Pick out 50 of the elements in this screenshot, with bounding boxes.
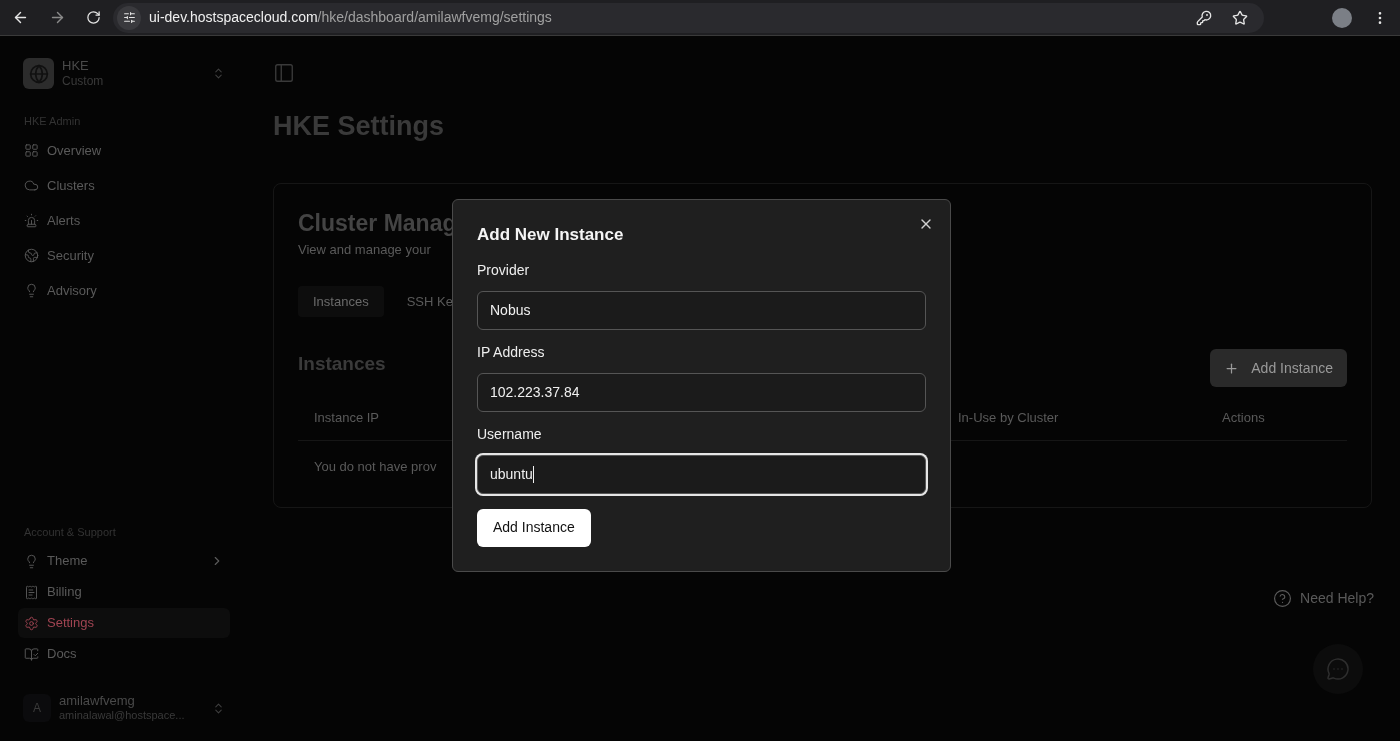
url-text: ui-dev.hostspacecloud.com/hke/dashboard/amilawfvemg/settings xyxy=(149,8,553,27)
cloud-icon xyxy=(24,178,39,194)
receipt-icon xyxy=(24,584,39,600)
input-field[interactable]: Nobus xyxy=(477,290,926,330)
sidebar-item[interactable]: Theme xyxy=(18,546,230,576)
sidebar-item[interactable]: Settings xyxy=(18,608,230,638)
column-header: In-Use by Cluster xyxy=(958,408,1060,427)
field-label: Provider xyxy=(477,260,531,280)
sidebar-toggle-icon[interactable] xyxy=(273,62,295,84)
empty-message: You do not have prov xyxy=(314,458,437,476)
address-bar[interactable]: ui-dev.hostspacecloud.com/hke/dashboard/amilawfvemg/settings xyxy=(113,2,1264,33)
help-button[interactable]: Need Help? xyxy=(1265,584,1382,613)
back-icon[interactable] xyxy=(12,9,29,26)
star-icon[interactable] xyxy=(1232,9,1248,26)
add-instance-button[interactable]: Add Instance xyxy=(477,508,591,547)
sidebar-item[interactable]: Clusters xyxy=(18,170,230,201)
key-icon[interactable] xyxy=(1196,9,1212,26)
sidebar-item[interactable]: Security xyxy=(18,240,230,271)
help-icon xyxy=(1273,589,1293,608)
tab[interactable]: Instances xyxy=(298,285,384,317)
dialog-title: Add New Instance xyxy=(477,224,625,246)
column-header: Actions xyxy=(1222,408,1265,427)
reload-icon[interactable] xyxy=(86,10,101,25)
book-icon xyxy=(24,646,39,662)
field-label: Username xyxy=(477,424,543,444)
sidebar-item[interactable]: Docs xyxy=(18,639,230,669)
input-field[interactable]: 102.223.37.84 xyxy=(477,372,926,412)
sidebar-item[interactable]: Billing xyxy=(18,577,230,607)
user-name: amilawfvemg xyxy=(59,693,136,710)
card-subtitle: View and manage your xyxy=(298,241,431,259)
sidebar-item[interactable]: Alerts xyxy=(18,205,230,236)
field-label: IP Address xyxy=(477,342,546,362)
globe-icon xyxy=(24,248,39,264)
chat-icon xyxy=(1326,657,1350,681)
add-instance-button[interactable]: Add Instance xyxy=(1210,349,1347,387)
input-field[interactable]: ubuntu xyxy=(477,454,926,494)
column-header: Instance IP xyxy=(313,408,381,427)
sidebar-item[interactable]: Advisory xyxy=(18,275,230,306)
forward-icon[interactable] xyxy=(49,9,66,26)
sidebar-item[interactable]: Overview xyxy=(18,135,230,166)
org-name: HKE xyxy=(62,58,90,75)
plus-icon xyxy=(1224,360,1240,376)
site-settings-icon[interactable] xyxy=(122,11,136,24)
settings-icon xyxy=(24,615,39,631)
lightbulb-icon xyxy=(24,283,39,299)
globe-icon xyxy=(28,63,49,84)
grid-icon xyxy=(24,143,39,159)
profile-avatar[interactable] xyxy=(1332,7,1352,28)
siren-icon xyxy=(24,213,39,229)
lightbulb-icon xyxy=(24,553,39,569)
